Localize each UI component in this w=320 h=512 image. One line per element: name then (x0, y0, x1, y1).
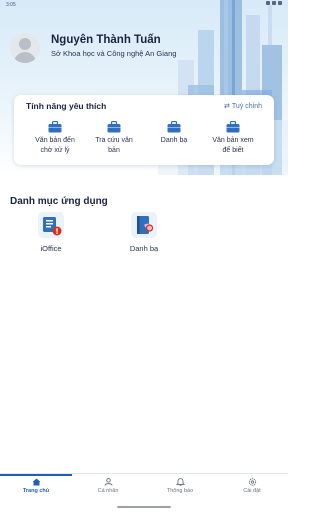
favorite-label-line1: Văn bản đến (35, 137, 75, 144)
gear-icon (248, 478, 256, 486)
avatar[interactable] (10, 33, 40, 63)
ioffice-icon (38, 212, 64, 238)
nav-notifications[interactable]: Thông báo (144, 474, 216, 501)
nav-label: Thông báo (166, 488, 194, 494)
apps-section-title: Danh mục ứng dụng (10, 196, 108, 207)
status-bar: 3:05 (0, 0, 288, 10)
shuffle-icon: ⇄ (224, 103, 230, 110)
user-organization: Sở Khoa học và Công nghệ An Giang (51, 49, 177, 58)
nav-label: Cá nhân (97, 488, 119, 494)
signal-icon (272, 1, 276, 5)
bottom-navigation: Trang chủ Cá nhân Thông báo Cài đặt (0, 473, 288, 500)
ioffice-logo-icon (43, 217, 62, 236)
bell-icon (175, 478, 185, 486)
status-time: 3:05 (6, 2, 16, 8)
user-name: Nguyên Thành Tuấn (51, 34, 161, 46)
app-label: iOffice (40, 244, 62, 253)
gesture-handle[interactable] (117, 506, 171, 508)
nav-home[interactable]: Trang chủ (0, 474, 72, 501)
favorites-title: Tính năng yêu thích (26, 101, 107, 111)
nav-label: Cài đặt (243, 488, 261, 494)
nav-active-indicator (0, 474, 72, 476)
briefcase-icon (107, 121, 121, 133)
nav-label: Trang chủ (22, 488, 50, 494)
favorite-item-incoming-docs[interactable]: Văn bản đến chờ xử lý (28, 121, 82, 156)
favorite-label-line2: bản (108, 147, 120, 154)
avatar-body (14, 52, 36, 63)
app-ioffice[interactable]: iOffice (21, 212, 81, 253)
person-icon (104, 478, 112, 486)
home-icon (32, 478, 40, 486)
favorite-label-line1: Văn bản xem (212, 137, 254, 144)
contacts-book-icon (131, 212, 157, 238)
customize-button[interactable]: ⇄ Tuỳ chỉnh (224, 102, 262, 111)
nav-settings[interactable]: Cài đặt (216, 474, 288, 501)
favorite-item-info-docs[interactable]: Văn bản xem để biết (206, 121, 260, 156)
avatar-head (19, 38, 31, 50)
favorites-card: Tính năng yêu thích ⇄ Tuỳ chỉnh Văn bản … (14, 95, 274, 165)
customize-label: Tuỳ chỉnh (231, 102, 262, 110)
contacts-book-logo-icon (137, 216, 154, 234)
status-icons (266, 1, 282, 5)
app-contacts[interactable]: Danh bạ (114, 212, 174, 253)
nav-personal[interactable]: Cá nhân (72, 474, 144, 501)
favorite-label-line2: để biết (222, 147, 244, 154)
briefcase-icon (226, 121, 240, 133)
briefcase-icon (48, 121, 62, 133)
battery-icon (278, 1, 282, 5)
favorite-item-contacts[interactable]: Danh bạ (147, 121, 201, 146)
favorite-label-line2: chờ xử lý (40, 147, 70, 154)
favorite-label-line1: Tra cứu văn (95, 137, 133, 144)
wifi-icon (266, 1, 270, 5)
favorite-item-search-docs[interactable]: Tra cứu văn bản (87, 121, 141, 156)
briefcase-icon (167, 121, 181, 133)
favorite-label-line1: Danh bạ (160, 137, 188, 144)
app-label: Danh bạ (129, 244, 159, 253)
